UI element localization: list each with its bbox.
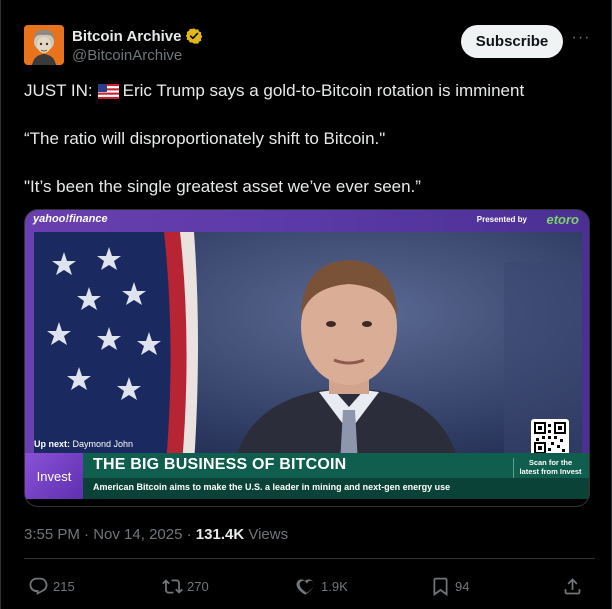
up-next-name: Daymond John bbox=[72, 439, 134, 449]
bookmark-button[interactable]: 94 bbox=[430, 574, 469, 598]
reply-icon bbox=[29, 577, 48, 595]
media-bottom-edge bbox=[25, 499, 589, 506]
post-meta: 3:55 PM · Nov 14, 2025 · 131.4K Views bbox=[24, 526, 288, 543]
views-count: 131.4K bbox=[195, 526, 245, 543]
like-button[interactable]: 1.9K bbox=[296, 574, 348, 598]
qr-code-icon bbox=[531, 419, 569, 457]
avatar[interactable] bbox=[24, 25, 64, 65]
up-next-prefix: Up next: bbox=[34, 439, 70, 449]
post-header: Bitcoin Archive @BitcoinArchive Subscrib… bbox=[24, 23, 595, 67]
author-block: Bitcoin Archive @BitcoinArchive bbox=[72, 27, 203, 64]
post-time[interactable]: 3:55 PM bbox=[24, 526, 80, 543]
us-flag-icon bbox=[97, 83, 119, 99]
meta-separator: · bbox=[84, 526, 90, 543]
bookmark-icon bbox=[433, 577, 448, 596]
repost-count: 270 bbox=[187, 578, 209, 594]
invest-segment-tag: Invest bbox=[25, 453, 83, 499]
post-date[interactable]: Nov 14, 2025 bbox=[93, 526, 182, 543]
gold-verified-badge-icon[interactable] bbox=[185, 27, 203, 45]
reply-button[interactable]: 215 bbox=[28, 574, 75, 598]
bookmark-count: 94 bbox=[455, 578, 470, 594]
avatar-portrait-icon bbox=[24, 25, 64, 65]
post-text-rest: Eric Trump says a gold-to-Bitcoin rotati… bbox=[122, 81, 525, 100]
post-text-line-2: “The ratio will disproportionately shift… bbox=[24, 129, 386, 148]
repost-icon bbox=[162, 578, 183, 594]
meta-separator: · bbox=[186, 526, 192, 543]
post-text-line-3: "It’s been the single greatest asset we’… bbox=[24, 177, 421, 196]
more-options-icon[interactable]: ··· bbox=[569, 29, 593, 53]
yahoo-finance-logo: yahoo!finance bbox=[33, 213, 108, 225]
video-headline: THE BIG BUSINESS OF BITCOIN bbox=[93, 456, 347, 473]
video-media[interactable]: yahoo!finance Presented by etoro Up next… bbox=[24, 209, 590, 507]
headline-bar: THE BIG BUSINESS OF BITCOIN Scan for the… bbox=[83, 453, 589, 485]
divider bbox=[24, 558, 595, 559]
views-label: Views bbox=[248, 526, 289, 543]
video-frame[interactable] bbox=[34, 232, 582, 464]
subscribe-button[interactable]: Subscribe bbox=[461, 25, 563, 58]
share-button[interactable] bbox=[562, 574, 583, 598]
video-scene-image bbox=[34, 232, 582, 464]
repost-button[interactable]: 270 bbox=[162, 574, 209, 598]
subheadline-bar: American Bitcoin aims to make the U.S. a… bbox=[83, 478, 589, 499]
post-text-line-1: JUST IN: Eric Trump says a gold-to-Bitco… bbox=[24, 80, 594, 102]
media-top-bar: yahoo!finance Presented by etoro bbox=[25, 210, 589, 232]
presented-by-label: Presented by bbox=[476, 215, 527, 224]
video-subheadline: American Bitcoin aims to make the U.S. a… bbox=[93, 482, 451, 492]
post-frame: Bitcoin Archive @BitcoinArchive Subscrib… bbox=[0, 0, 612, 609]
author-handle[interactable]: @BitcoinArchive bbox=[72, 47, 203, 64]
etoro-logo: etoro bbox=[546, 212, 580, 227]
share-icon bbox=[564, 577, 581, 594]
post-text-prefix: JUST IN: bbox=[24, 81, 93, 100]
heart-icon bbox=[296, 578, 314, 595]
author-display-name[interactable]: Bitcoin Archive bbox=[72, 28, 181, 45]
reply-count: 215 bbox=[53, 578, 75, 594]
action-bar: 215 270 1.9K 94 bbox=[24, 574, 587, 598]
like-count: 1.9K bbox=[321, 578, 348, 594]
up-next-label: Up next: Daymond John bbox=[34, 439, 133, 449]
